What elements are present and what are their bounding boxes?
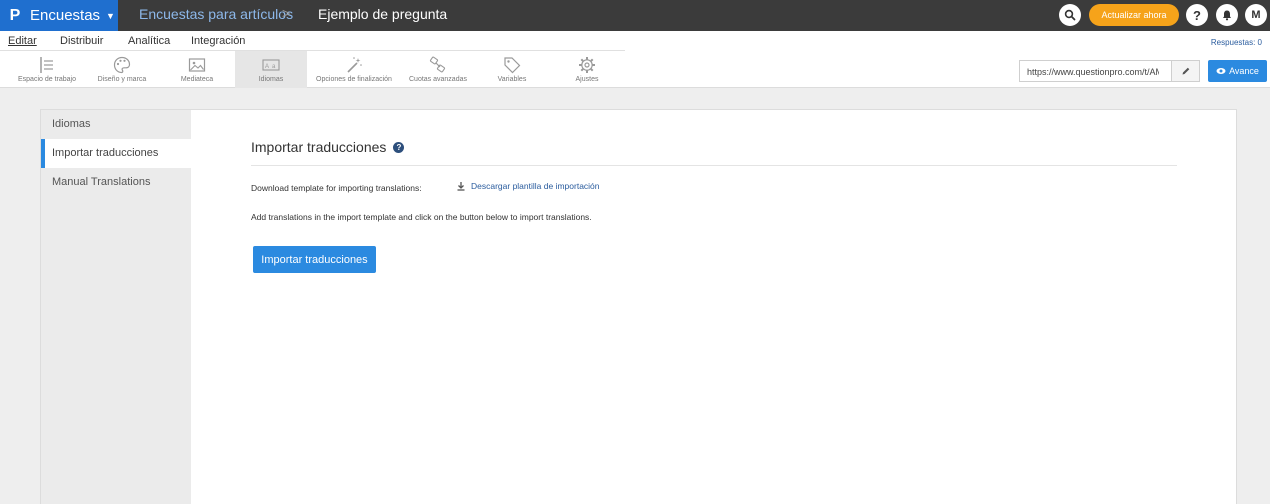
search-icon — [1064, 9, 1076, 21]
user-initial: M — [1251, 9, 1261, 21]
breadcrumb-survey-title: Ejemplo de pregunta — [318, 6, 448, 22]
preview-button[interactable]: Avance — [1208, 60, 1267, 82]
user-avatar[interactable]: M — [1245, 4, 1267, 26]
nav-distribute[interactable]: Distribuir — [60, 35, 103, 47]
section-header: Importar traducciones ? — [251, 139, 405, 155]
languages-sidebar: Idiomas Importar traducciones Manual Tra… — [41, 110, 191, 504]
download-template-link[interactable]: Descargar plantilla de importación — [456, 181, 600, 191]
tool-media-library[interactable]: Mediateca — [162, 51, 232, 88]
tool-label: Ajustes — [575, 76, 599, 83]
svg-text:A: A — [265, 64, 269, 70]
tool-label: Espacio de trabajo — [18, 76, 76, 83]
responses-count[interactable]: Respuestas: 0 — [1211, 38, 1262, 47]
caret-down-icon: ▼ — [106, 10, 115, 21]
nav-analytics[interactable]: Analítica — [128, 35, 170, 47]
download-icon — [457, 182, 465, 191]
tool-label: Diseño y marca — [97, 76, 147, 83]
edit-url-button[interactable] — [1171, 61, 1199, 81]
heading-divider — [251, 165, 1177, 166]
bell-icon — [1223, 10, 1231, 21]
sidebar-item-languages[interactable]: Idiomas — [41, 110, 191, 139]
tool-settings[interactable]: Ajustes — [553, 51, 621, 88]
nav-integration[interactable]: Integración — [191, 35, 245, 47]
magic-wand-icon — [345, 56, 363, 74]
workspace-icon — [38, 56, 56, 74]
pencil-icon — [1182, 67, 1189, 75]
palette-icon — [113, 56, 131, 74]
sidebar-item-manual-translations[interactable]: Manual Translations — [41, 168, 191, 197]
tool-label: Mediateca — [180, 76, 214, 83]
tool-advanced-quotas[interactable]: Cuotas avanzadas — [402, 51, 474, 88]
product-name: Encuestas — [30, 7, 101, 24]
tool-design-brand[interactable]: Diseño y marca — [87, 51, 157, 88]
brand-logo: P — [9, 6, 21, 24]
tool-completion-options[interactable]: Opciones de finalización — [309, 51, 399, 88]
image-icon — [188, 56, 206, 74]
help-icon[interactable]: ? — [393, 141, 405, 153]
import-translations-button[interactable]: Importar traducciones — [253, 246, 376, 273]
help-button[interactable]: ? — [1186, 4, 1208, 26]
tool-label: Variables — [497, 76, 527, 83]
tag-icon — [503, 56, 521, 74]
tool-workspace[interactable]: Espacio de trabajo — [7, 51, 87, 88]
search-button[interactable] — [1059, 4, 1081, 26]
gear-icon — [578, 56, 596, 74]
language-icon: A a — [262, 56, 280, 74]
tool-label: Idiomas — [258, 76, 284, 83]
preview-label: Avance — [1229, 66, 1259, 76]
breadcrumb-survey-folder[interactable]: Encuestas para artículos — [139, 6, 293, 22]
survey-url-field[interactable]: https://www.questionpro.com/t/AM — [1019, 60, 1200, 82]
eye-icon — [1216, 68, 1226, 74]
tool-label: Opciones de finalización — [316, 76, 392, 83]
tool-label: Cuotas avanzadas — [409, 76, 467, 83]
editor-toolbar: Espacio de trabajo Diseño y marca Mediat… — [0, 51, 1270, 88]
tool-variables[interactable]: Variables — [478, 51, 546, 88]
svg-text:a: a — [272, 64, 276, 70]
instructions-text: Add translations in the import template … — [251, 212, 592, 222]
quota-icon — [429, 56, 447, 74]
nav-edit[interactable]: Editar — [8, 35, 37, 47]
chevron-right-icon: > — [282, 5, 291, 21]
sidebar-item-import-translations[interactable]: Importar traducciones — [41, 139, 191, 168]
download-template-label: Download template for importing translat… — [251, 183, 422, 193]
page-title: Importar traducciones — [251, 139, 387, 155]
tool-languages[interactable]: A a Idiomas — [235, 51, 307, 88]
top-bar: P Encuestas ▼ Encuestas para artículos >… — [0, 0, 1270, 31]
download-link-text: Descargar plantilla de importación — [471, 181, 600, 191]
languages-panel: Idiomas Importar traducciones Manual Tra… — [40, 109, 1237, 504]
upgrade-button[interactable]: Actualizar ahora — [1089, 4, 1179, 26]
main-nav: Editar Distribuir Analítica Integración … — [0, 31, 1270, 51]
question-mark-icon: ? — [1193, 7, 1201, 23]
notifications-button[interactable] — [1216, 4, 1238, 26]
product-switcher[interactable]: P Encuestas ▼ — [0, 0, 118, 31]
survey-url-text: https://www.questionpro.com/t/AM — [1027, 67, 1159, 77]
